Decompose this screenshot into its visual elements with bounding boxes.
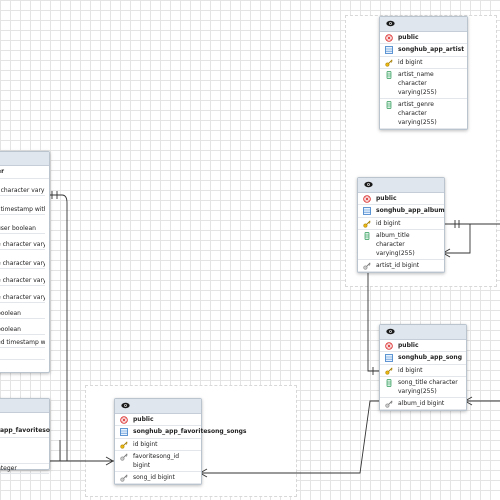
column-row[interactable]: artist_id bigint (358, 260, 444, 272)
schema-row: public (358, 193, 444, 205)
column-icon (386, 71, 392, 79)
column-row[interactable]: id bigint (115, 439, 201, 451)
eye-icon[interactable] (386, 328, 395, 335)
table-artist[interactable]: public songhub_app_artist id bigint artis… (379, 16, 468, 130)
schema-label: public (133, 416, 154, 423)
schema-label: public (376, 195, 397, 202)
column-row-partial[interactable]: l character varying (0, 186, 45, 196)
table-icon (385, 46, 393, 54)
eye-icon[interactable] (121, 402, 130, 409)
schema-icon (385, 34, 393, 42)
column-row[interactable]: song_title character varying(255) (380, 377, 466, 398)
column-row-partial[interactable]: e character varyin (0, 259, 45, 269)
key-icon (385, 59, 393, 67)
column-row-partial[interactable]: r (0, 350, 45, 360)
table-partial-left[interactable]: er l character varying l timestamp with t… (0, 151, 50, 373)
table-album[interactable]: public songhub_app_album id bigint album_… (357, 177, 445, 273)
column-row-partial[interactable]: l timestamp with ti (0, 205, 45, 215)
table-icon (363, 207, 371, 215)
column-row[interactable]: id bigint (380, 57, 467, 69)
column-icon (386, 379, 392, 387)
table-partial-bottom-left[interactable]: _app_favoriteso nteger (0, 398, 50, 474)
table-album-columns: id bigint album_title character varying(2… (358, 218, 444, 272)
schema-row: public (115, 414, 201, 426)
column-row-partial[interactable]: user boolean (0, 224, 45, 234)
table-name-row: songhub_app_artist (380, 44, 467, 57)
column-icon (386, 101, 392, 109)
table-name: songhub_app_song (398, 354, 462, 361)
table-name-row: songhub_app_song (380, 352, 466, 365)
column-label: id bigint (133, 441, 158, 448)
column-label: album_id bigint (398, 400, 445, 407)
table-favoritesong-songs-columns: id bigint favoritesong_id bigint song_id b… (115, 439, 201, 484)
column-label: artist_name character varying(255) (398, 71, 437, 96)
table-song[interactable]: public songhub_app_song id bigint song_ti… (379, 324, 467, 411)
column-row-partial[interactable]: e character varying(25 (0, 293, 45, 303)
schema-icon (363, 195, 371, 203)
table-icon (120, 428, 128, 436)
key-icon (385, 367, 393, 375)
column-row[interactable]: album_title character varying(255) (358, 230, 444, 260)
column-row[interactable]: id bigint (380, 365, 466, 377)
table-name-row: songhub_app_album (358, 205, 445, 218)
schema-row: public (380, 32, 467, 44)
foreign-key-icon (385, 400, 393, 408)
column-row[interactable]: artist_genre character varying(255) (380, 99, 467, 129)
column-row[interactable]: id bigint (358, 218, 444, 230)
table-artist-columns: id bigint artist_name character varying(2… (380, 57, 467, 129)
schema-label: public (398, 34, 419, 41)
key-icon (120, 441, 128, 449)
table-partial-bottom-left-row: nteger (0, 464, 49, 474)
column-row-partial[interactable]: ed timestamp with (0, 338, 45, 348)
eye-icon[interactable] (364, 181, 373, 188)
column-label: id bigint (398, 59, 423, 66)
column-row-partial[interactable]: e character varyin (0, 240, 45, 250)
column-row-partial[interactable]: boolean (0, 325, 45, 335)
column-row[interactable]: album_id bigint (380, 398, 466, 410)
foreign-key-icon (363, 262, 371, 270)
foreign-key-icon (120, 453, 128, 461)
column-label: favoritesong_id bigint (133, 453, 180, 469)
schema-icon (120, 416, 128, 424)
column-row[interactable]: favoritesong_id bigint (115, 451, 201, 472)
schema-row: public (380, 340, 466, 352)
table-partial-left-name: er (0, 166, 49, 179)
column-row[interactable]: song_id bigint (115, 472, 201, 484)
table-name: songhub_app_artist (398, 46, 465, 53)
column-label: artist_genre character varying(255) (398, 101, 437, 126)
column-label: album_title character varying(255) (376, 232, 415, 257)
column-label: artist_id bigint (376, 262, 420, 269)
column-label: song_id bigint (133, 474, 175, 481)
column-row[interactable]: artist_name character varying(255) (380, 69, 467, 99)
table-name: songhub_app_album (376, 207, 445, 214)
column-label: id bigint (376, 220, 401, 227)
table-name: songhub_app_favoritesong_songs (133, 428, 247, 435)
column-label: id bigint (398, 367, 423, 374)
schema-label: public (398, 342, 419, 349)
table-partial-bottom-left-name: _app_favoriteso (0, 425, 50, 438)
column-label: song_title character varying(255) (398, 379, 458, 395)
schema-icon (385, 342, 393, 350)
table-song-columns: id bigint song_title character varying(25… (380, 365, 466, 410)
key-icon (363, 220, 371, 228)
table-name-row: songhub_app_favoritesong_songs (115, 426, 247, 439)
column-row-partial[interactable]: e character varyin (0, 276, 45, 286)
column-icon (364, 232, 370, 240)
eye-icon[interactable] (386, 20, 395, 27)
table-icon (385, 354, 393, 362)
table-favoritesong-songs[interactable]: public songhub_app_favoritesong_songs id… (114, 398, 247, 485)
column-row-partial[interactable]: boolean (0, 309, 45, 319)
foreign-key-icon (120, 474, 128, 482)
